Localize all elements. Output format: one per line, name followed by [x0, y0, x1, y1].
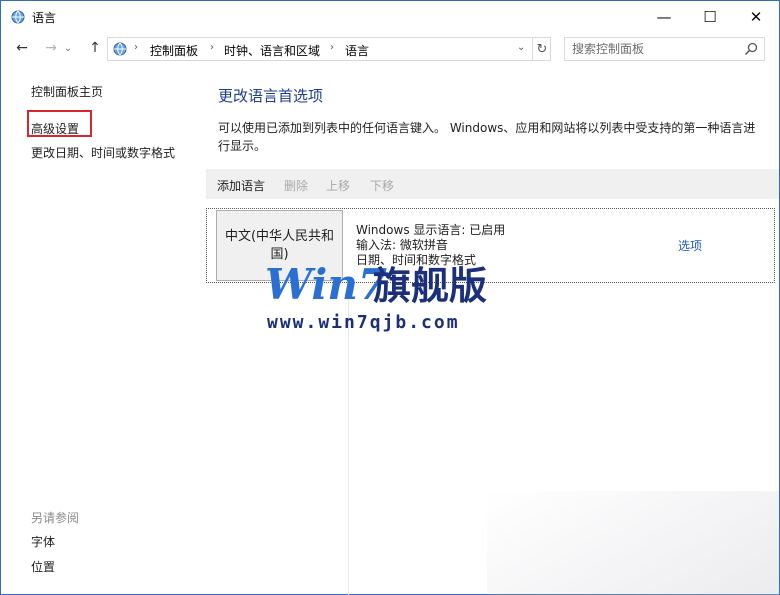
address-dropdown-icon[interactable]: ⌄: [517, 42, 525, 53]
control-panel-icon: [113, 42, 127, 56]
breadcrumb-separator-icon[interactable]: ›: [134, 42, 138, 53]
breadcrumb-separator-icon[interactable]: ›: [210, 42, 214, 53]
breadcrumb-language[interactable]: 语言: [345, 42, 369, 59]
location-link[interactable]: 位置: [31, 558, 55, 575]
breadcrumb-control-panel[interactable]: 控制面板: [150, 42, 198, 59]
watermark-logo: Win7 旗舰版: [265, 260, 487, 309]
add-language-button[interactable]: 添加语言: [217, 177, 265, 194]
language-app-icon: [11, 10, 25, 24]
breadcrumb-clock-language-region[interactable]: 时钟、语言和区域: [224, 42, 320, 59]
advanced-settings-link[interactable]: 高级设置: [31, 120, 79, 137]
close-button[interactable]: ✕: [733, 1, 779, 33]
window-title: 语言: [32, 11, 57, 25]
title-bar: 语言 — ☐ ✕: [1, 1, 779, 33]
svg-text:旗舰版: 旗舰版: [373, 264, 487, 308]
back-button[interactable]: ←: [12, 38, 32, 58]
navigation-bar: ← → ⌄ ↑ › 控制面板 › 时钟、语言和区域 › 语言 ⌄ ↻: [1, 36, 779, 62]
refresh-button[interactable]: ↻: [532, 38, 551, 60]
change-date-time-format-link[interactable]: 更改日期、时间或数字格式: [31, 144, 175, 161]
display-language-status: Windows 显示语言: 已启用: [356, 223, 506, 237]
fonts-link[interactable]: 字体: [31, 533, 55, 550]
search-icon[interactable]: [743, 41, 759, 57]
forward-button[interactable]: →: [41, 38, 61, 58]
see-also-heading: 另请参阅: [31, 511, 80, 525]
address-bar[interactable]: › 控制面板 › 时钟、语言和区域 › 语言 ⌄ ↻: [107, 37, 551, 61]
minimize-button[interactable]: —: [641, 1, 687, 33]
maximize-button[interactable]: ☐: [687, 1, 733, 33]
search-input[interactable]: [566, 39, 736, 59]
left-pane: 控制面板主页 高级设置 更改日期、时间或数字格式 另请参阅 字体 位置: [1, 63, 206, 595]
language-options-link[interactable]: 选项: [678, 237, 702, 254]
up-button[interactable]: ↑: [85, 38, 105, 58]
svg-text:Win7: Win7: [265, 260, 387, 309]
page-title: 更改语言首选项: [218, 87, 324, 105]
page-description: 可以使用已添加到列表中的任何语言键入。 Windows、应用和网站将以列表中受支…: [218, 121, 756, 153]
move-up-button[interactable]: 上移: [326, 177, 350, 194]
search-box: [564, 37, 765, 61]
control-panel-home-link[interactable]: 控制面板主页: [31, 83, 103, 100]
language-toolbar: 添加语言 删除 上移 下移: [206, 169, 779, 199]
watermark-url: www.win7qjb.com: [267, 312, 460, 333]
input-method: 输入法: 微软拼音: [356, 238, 448, 252]
remove-language-button[interactable]: 删除: [284, 177, 308, 194]
breadcrumb-separator-icon[interactable]: ›: [330, 42, 334, 53]
recent-locations-button[interactable]: ⌄: [62, 38, 74, 58]
move-down-button[interactable]: 下移: [370, 177, 394, 194]
